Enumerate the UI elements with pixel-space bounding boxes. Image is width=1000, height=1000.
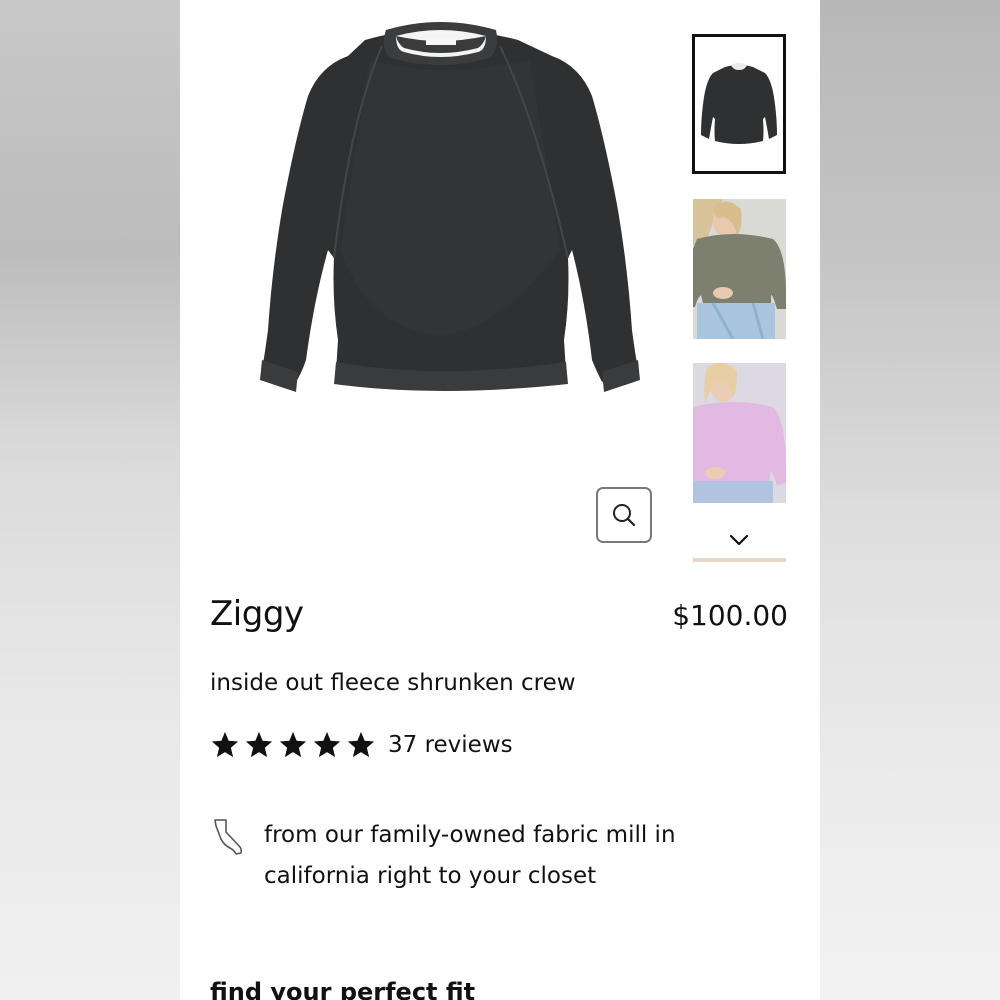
star-icon (313, 731, 341, 758)
thumbnail-olive-sweatshirt[interactable] (693, 199, 786, 339)
product-price: $100.00 (672, 599, 788, 632)
product-page: Ziggy $100.00 inside out fleece shrunken… (180, 0, 820, 1000)
thumbnail-pink-sweatshirt[interactable] (693, 363, 786, 503)
star-icon (279, 731, 307, 758)
magnifier-icon (613, 504, 636, 527)
main-product-image (260, 22, 640, 392)
product-rating[interactable]: 37 reviews (210, 730, 513, 760)
product-name: Ziggy (210, 594, 304, 634)
background-right (820, 0, 1000, 1000)
thumbnail-black-sweatshirt[interactable] (692, 34, 786, 174)
zoom-button[interactable] (596, 487, 652, 543)
fit-section-heading: find your perfect fit (210, 978, 476, 1000)
star-icon (347, 731, 375, 758)
thumbnail-next-peek[interactable] (693, 558, 786, 562)
star-rating (210, 730, 376, 760)
california-state-icon (214, 819, 243, 855)
background-left (0, 0, 180, 1000)
star-icon (245, 731, 273, 758)
star-icon (211, 731, 239, 758)
chevron-down-icon[interactable] (728, 532, 750, 548)
origin-text: from our family-owned fabric mill in cal… (264, 822, 676, 889)
product-subtitle: inside out fleece shrunken crew (210, 670, 576, 696)
review-count-link[interactable]: 37 reviews (388, 732, 513, 758)
